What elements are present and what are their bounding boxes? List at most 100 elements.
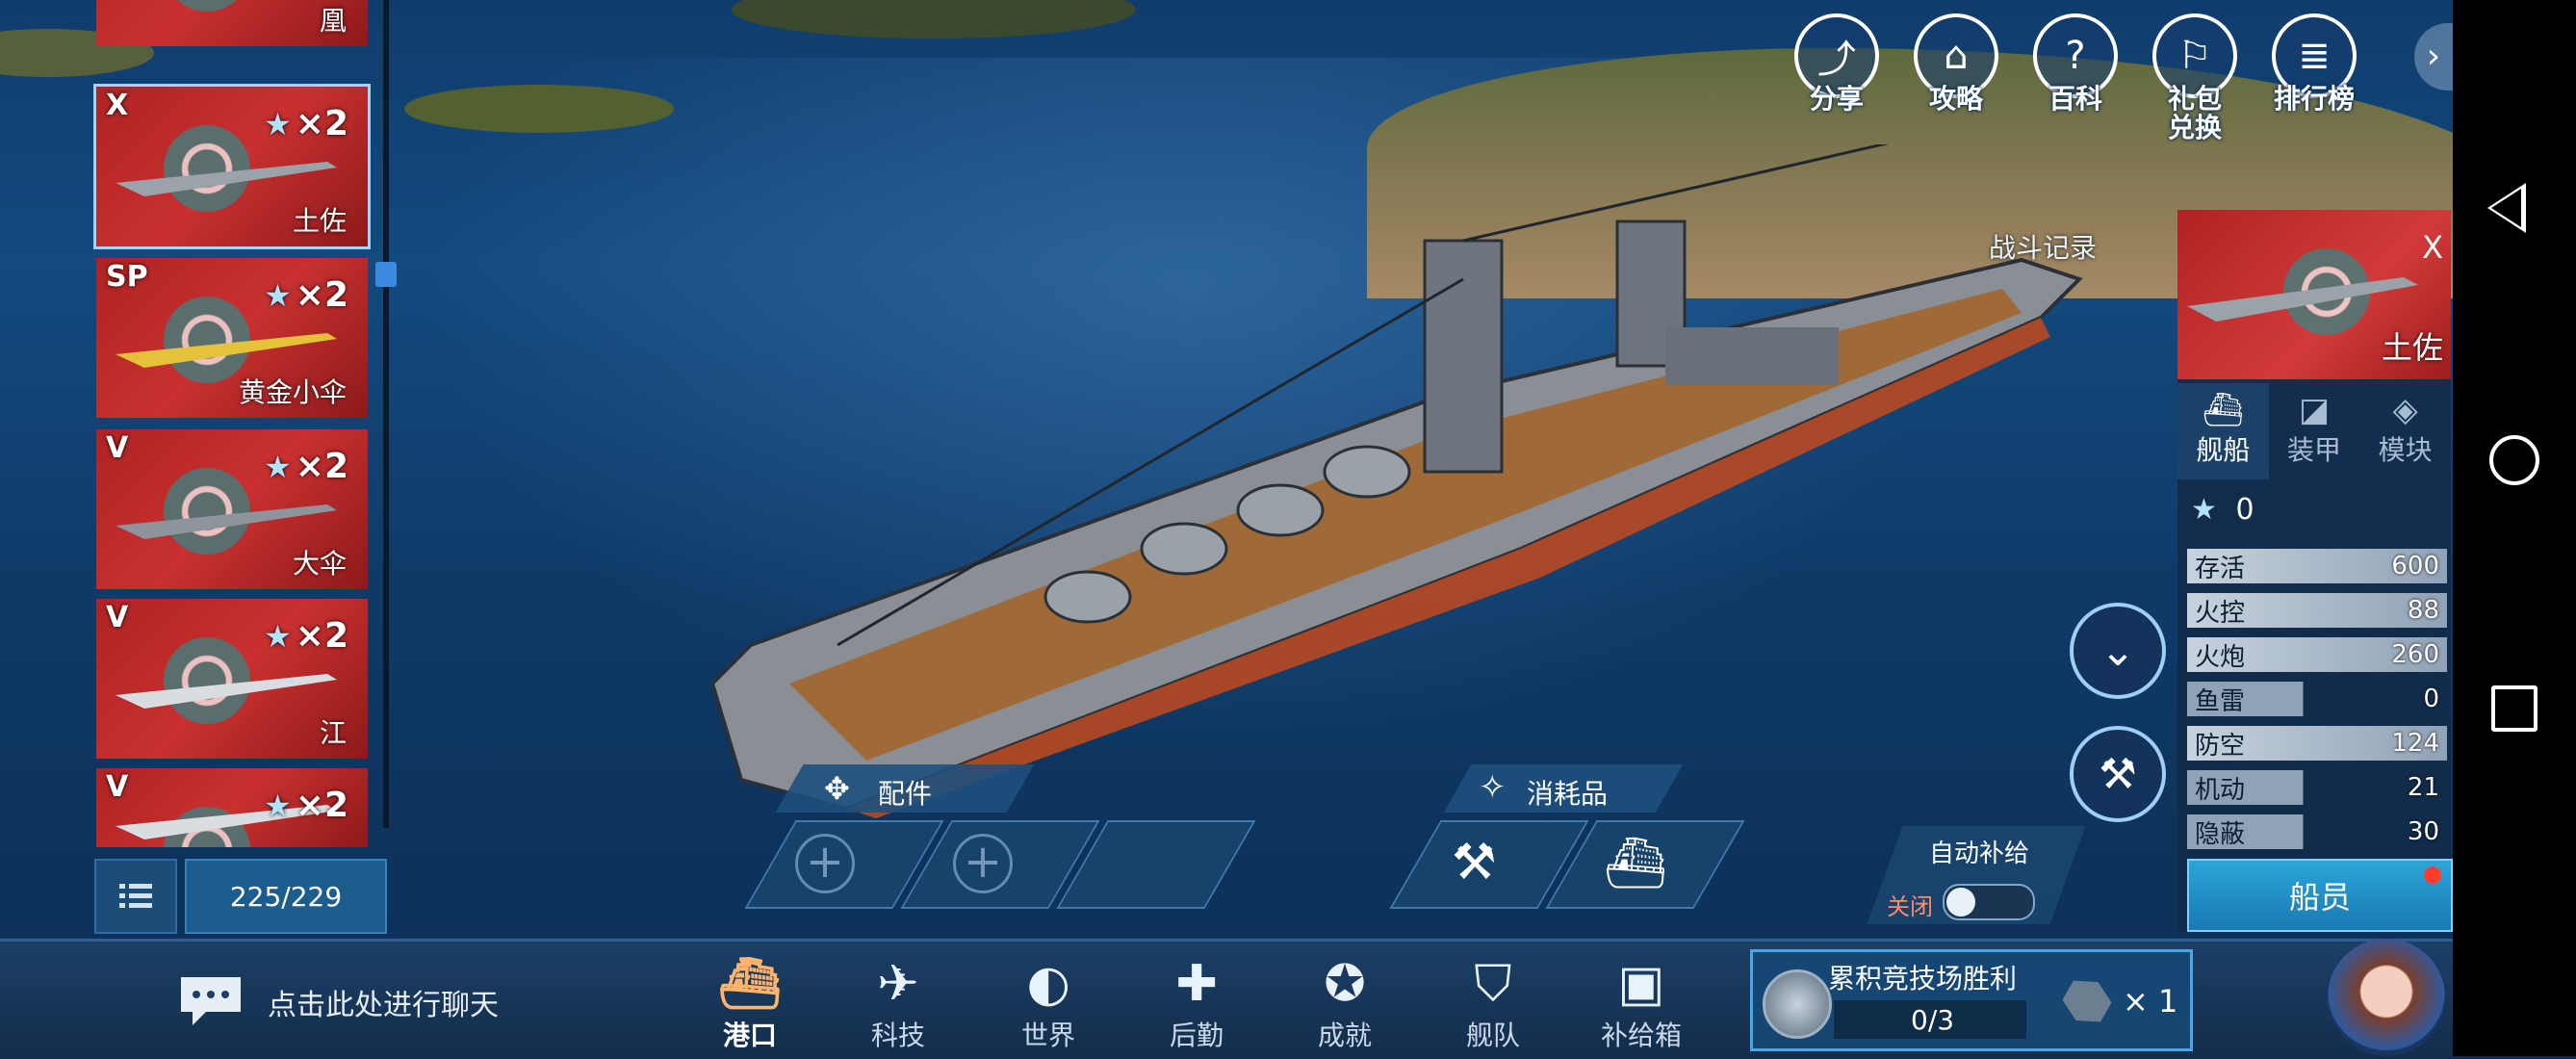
nav-port[interactable]: ⛴ 港口 <box>697 953 803 1053</box>
parts-label: 配件 <box>878 778 933 810</box>
flag-emblem <box>164 0 250 12</box>
nav-world[interactable]: ◐ 世界 <box>995 953 1101 1053</box>
tab-module[interactable]: ◈ 模块 <box>2359 383 2451 479</box>
ship-tabs: ⛴ 舰船 ◪ 装甲 ◈ 模块 <box>2177 383 2451 479</box>
selected-ship-card: X 土佐 <box>2177 210 2451 379</box>
ship-card[interactable]: V ★ ×2 大伞 <box>96 429 368 589</box>
stat-row: 存活 600 <box>2187 549 2447 583</box>
crew-button[interactable]: 船员 <box>2187 859 2453 932</box>
ship-tier: V <box>106 431 129 465</box>
nav-logistics[interactable]: ✚ 后勤 <box>1144 953 1249 1053</box>
chat-bubble-icon <box>181 977 241 1025</box>
chevron-emblem-icon: ⌄ <box>2099 626 2136 676</box>
ship-thumbnail <box>116 504 337 539</box>
android-nav-bar <box>2453 0 2576 1056</box>
module-icon: ◈ <box>2392 391 2418 429</box>
ranking-button[interactable]: ≣ 排行榜 <box>2266 13 2362 114</box>
quest-progress: 0/3 <box>1911 1004 1955 1036</box>
repair-tools-icon: ⚒ <box>1452 834 1497 891</box>
ship-count: ★ ×2 <box>264 786 348 825</box>
auto-supply-toggle[interactable] <box>1943 884 2035 920</box>
ship-card-selected[interactable]: X ★ ×2 土佐 <box>93 84 371 249</box>
ship-tier: SP <box>106 260 148 294</box>
list-icon <box>119 884 152 908</box>
consumables-icon: ✧ <box>1479 768 1507 807</box>
ship-card[interactable]: V ★ ×2 江 <box>96 599 368 759</box>
ship-name: 大伞 <box>292 548 347 580</box>
ship-thumbnail <box>116 674 337 709</box>
chat-entry[interactable]: 点击此处进行聊天 <box>0 939 568 1056</box>
guide-button[interactable]: ⌂ 攻略 <box>1908 13 2004 114</box>
auto-supply-state: 关闭 <box>1887 893 1933 920</box>
ship-tier: V <box>106 770 129 804</box>
ship-tier: X <box>106 89 129 122</box>
chevron-right-icon: › <box>2426 37 2441 76</box>
add-part-icon[interactable]: + <box>795 834 855 893</box>
encyclopedia-button[interactable]: ? 百科 <box>2027 13 2124 114</box>
stat-row: 火控 88 <box>2187 593 2447 628</box>
star-icon: ★ <box>264 618 292 655</box>
battle-record-link[interactable]: 战斗记录 <box>1989 227 2097 266</box>
ship-icon: ⛴ <box>2202 391 2244 429</box>
nav-tech[interactable]: ✈ 科技 <box>845 953 951 1053</box>
reward-gem-icon <box>2057 971 2118 1032</box>
supply-box-icon: ▣ <box>1617 955 1665 1013</box>
close-icon[interactable]: X <box>2422 229 2443 266</box>
parts-icon: ✥ <box>824 770 850 807</box>
battleship-model <box>709 144 2083 818</box>
stat-row: 鱼雷 0 <box>2187 682 2447 716</box>
selected-ship-name: 土佐 <box>2381 329 2443 366</box>
armor-icon: ◪ <box>2298 391 2331 429</box>
back-icon[interactable] <box>2487 183 2526 233</box>
nav-achievements[interactable]: ✪ 成就 <box>1292 953 1398 1053</box>
ship-count-display: 225/229 <box>185 859 387 934</box>
share-button[interactable]: ⤴ 分享 <box>1789 13 1885 114</box>
consumables-label: 消耗品 <box>1527 778 1609 810</box>
recents-icon[interactable] <box>2491 685 2537 732</box>
world-icon: ◐ <box>1026 955 1070 1013</box>
ship-card[interactable]: SP ★ ×2 黄金小伞 <box>96 258 368 418</box>
stat-row: 防空 124 <box>2187 726 2447 761</box>
ship-thumbnail <box>2187 277 2418 322</box>
add-ship-icon: ⛴ <box>1604 835 1668 892</box>
add-part-icon[interactable]: + <box>953 834 1013 893</box>
commander-avatar[interactable] <box>2328 939 2445 1056</box>
stat-row: 机动 21 <box>2187 770 2447 805</box>
gift-redeem-button[interactable]: ⚐ 礼包 兑换 <box>2147 13 2243 142</box>
nav-supply-box[interactable]: ▣ 补给箱 <box>1588 953 1694 1053</box>
reward-count: × 1 <box>2123 983 2178 1020</box>
ship-card[interactable]: 凰 <box>96 0 368 46</box>
ship-card[interactable]: V ★ ×2 <box>96 768 368 847</box>
ship-name: 江 <box>319 717 347 749</box>
ship-count: ★ ×2 <box>264 616 348 656</box>
star-icon: ★ <box>2191 493 2217 527</box>
quest-title: 累积竞技场胜利 <box>1828 963 2018 994</box>
island <box>732 0 1136 39</box>
quest-panel[interactable]: 累积竞技场胜利 0/3 × 1 <box>1750 949 2193 1051</box>
ship-info-panel: X 土佐 ⛴ 舰船 ◪ 装甲 ◈ 模块 ★ 0 存活 600 火控 88 火炮 260 鱼雷… <box>2177 210 2451 932</box>
rank-emblem-button[interactable]: ⌄ <box>2070 603 2166 699</box>
toggle-knob <box>1946 888 1975 917</box>
tab-armor[interactable]: ◪ 装甲 <box>2269 383 2360 479</box>
star-icon: ★ <box>264 277 292 314</box>
fleet-icon: ⛉ <box>1474 955 1512 1013</box>
list-view-button[interactable] <box>94 859 177 934</box>
ship-count: ★ ×2 <box>264 104 348 143</box>
star-icon: ★ <box>264 449 292 485</box>
nav-fleet[interactable]: ⛉ 舰队 <box>1440 953 1546 1053</box>
home-icon[interactable] <box>2489 435 2539 485</box>
wrench-hammer-icon: ⚒ <box>2099 749 2137 799</box>
chat-placeholder: 点击此处进行聊天 <box>268 989 499 1022</box>
island <box>404 85 674 133</box>
tab-ship[interactable]: ⛴ 舰船 <box>2177 383 2269 479</box>
ship-thumbnail <box>116 333 337 368</box>
ship-list-scroll-thumb[interactable] <box>375 262 397 287</box>
ship-count: ★ ×2 <box>264 275 348 315</box>
auto-supply-label: 自动补给 <box>1929 839 2030 868</box>
refit-button[interactable]: ⚒ <box>2070 726 2166 822</box>
star-rating: ★ 0 <box>2191 493 2254 527</box>
ship-list-scrollbar[interactable] <box>383 0 389 828</box>
achievement-icon: ✪ <box>1324 955 1366 1013</box>
stat-row: 隐蔽 30 <box>2187 814 2447 849</box>
logistics-icon: ✚ <box>1175 955 1218 1013</box>
